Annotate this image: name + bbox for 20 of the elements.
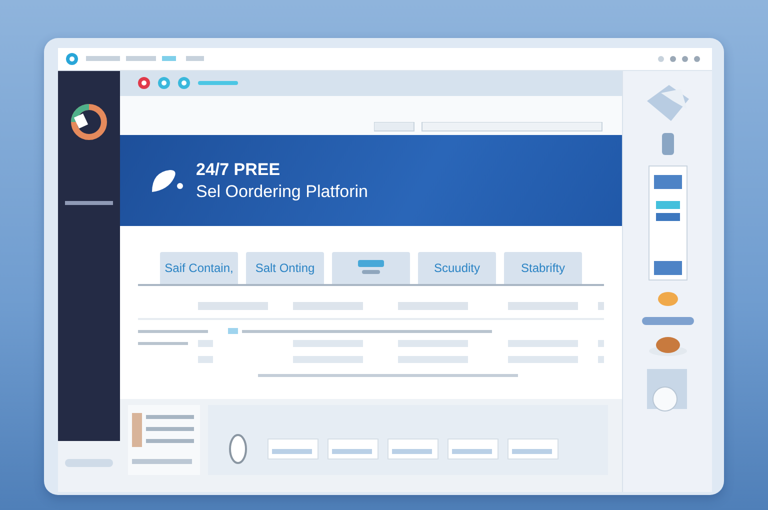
tab[interactable] — [332, 252, 410, 284]
product-list-drawing — [128, 405, 200, 476]
banner-subheadline: Sel Oordering Platforin — [196, 182, 368, 202]
record-icon[interactable] — [138, 77, 150, 90]
tab[interactable]: Saif Contain, — [160, 252, 238, 284]
progress-drawing — [198, 80, 238, 86]
dish-icon — [648, 335, 688, 357]
menu-pill-button[interactable] — [642, 317, 694, 325]
tab[interactable]: Scuudity — [418, 252, 496, 284]
search-field[interactable] — [374, 122, 604, 132]
kiosk-illustration-icon — [648, 165, 688, 281]
browser-logo-icon[interactable] — [66, 53, 78, 65]
tab[interactable]: Stabrifty — [504, 252, 582, 284]
sidebar-pill-button[interactable] — [65, 459, 113, 467]
leaf-logo-icon — [150, 168, 184, 194]
sidebar-item-drawing[interactable] — [65, 201, 113, 206]
phone-icon — [662, 133, 674, 155]
banner-headline: 24/7 PREE — [196, 160, 282, 180]
ring-logo-icon — [68, 101, 110, 143]
tab[interactable]: Salt Onting — [246, 252, 324, 284]
